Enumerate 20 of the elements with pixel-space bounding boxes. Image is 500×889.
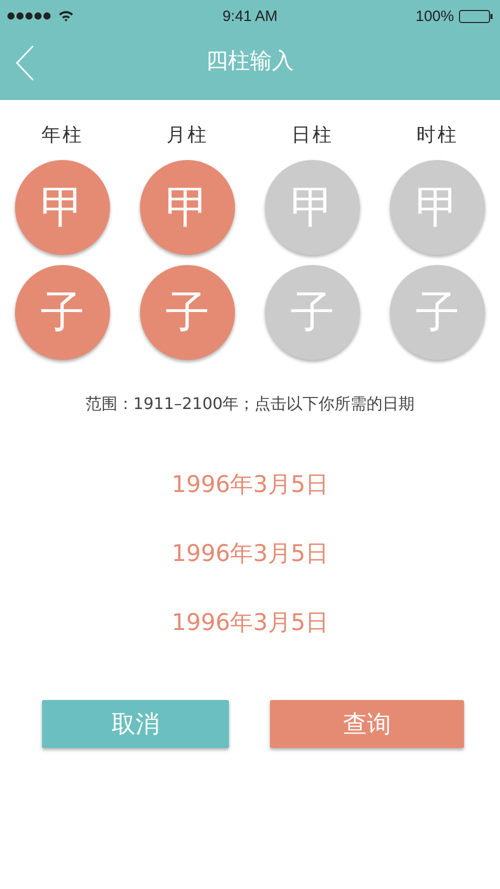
stem-button[interactable]: 甲 [15, 160, 110, 255]
battery-percent: 100% [416, 8, 454, 24]
date-option[interactable]: 1996年3月5日 [172, 603, 328, 642]
query-button[interactable]: 查询 [270, 700, 464, 748]
date-option[interactable]: 1996年3月5日 [172, 465, 328, 504]
pillar-label: 年柱 [42, 123, 84, 148]
battery-icon [459, 10, 493, 22]
page-title: 四柱输入 [206, 48, 294, 76]
range-hint: 范围：1911–2100年；点击以下你所需的日期 [84, 394, 416, 415]
status-time: 9:41 AM [222, 8, 278, 24]
pillar-label: 时柱 [416, 123, 458, 148]
cancel-button[interactable]: 取消 [42, 700, 229, 748]
date-option[interactable]: 1996年3月5日 [172, 534, 328, 573]
pillar-label: 月柱 [166, 123, 208, 148]
pillar-label: 日柱 [292, 123, 334, 148]
signal-icon [7, 12, 53, 20]
stem-button[interactable]: 甲 [140, 160, 235, 255]
wifi-icon [58, 10, 74, 22]
branch-button[interactable]: 子 [15, 265, 110, 360]
branch-button[interactable]: 子 [140, 265, 235, 360]
